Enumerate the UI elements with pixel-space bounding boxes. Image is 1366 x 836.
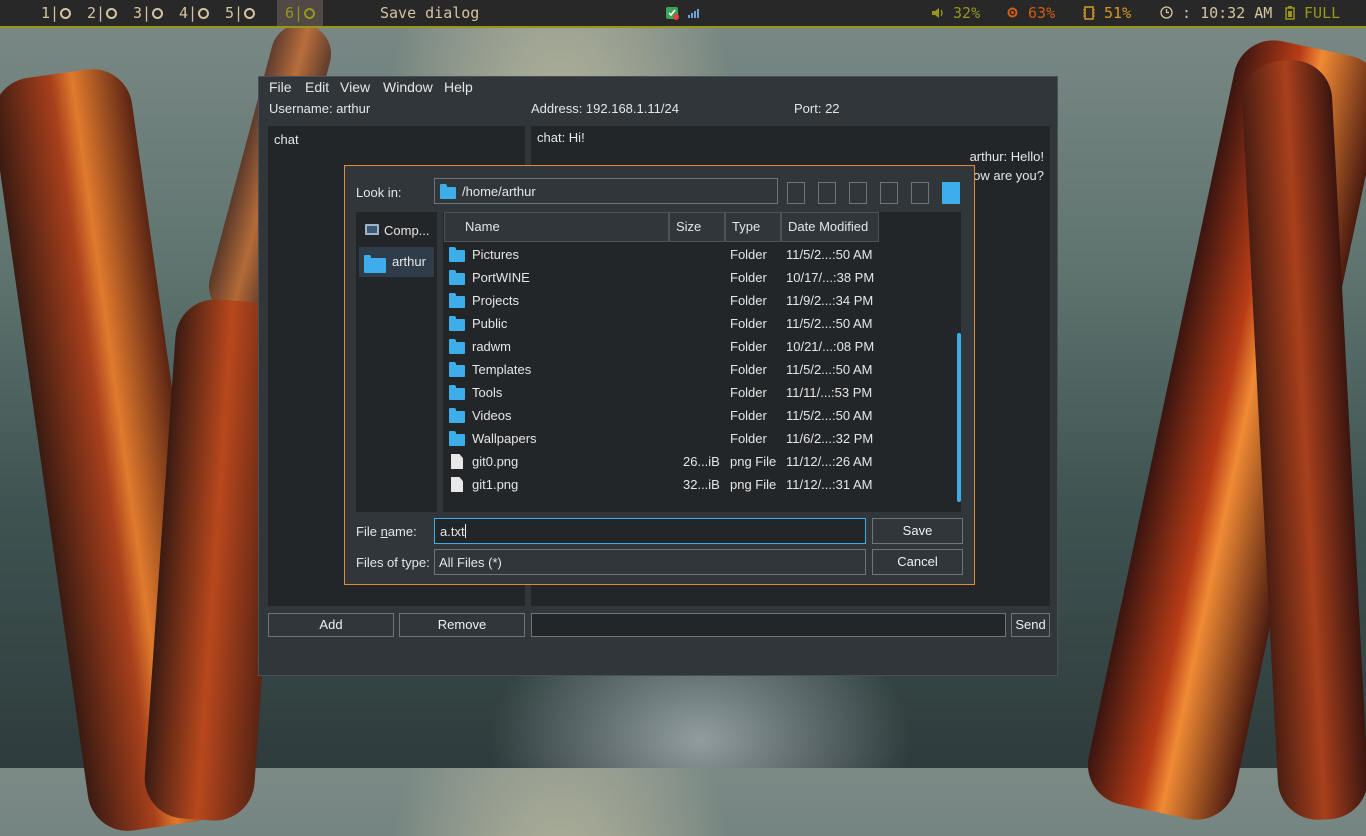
cpu-indicator: 63% bbox=[1006, 0, 1055, 26]
file-row[interactable]: Wallpapers Folder 11/6/2...:32 PM bbox=[443, 427, 951, 450]
file-row[interactable]: Templates Folder 11/5/2...:50 AM bbox=[443, 358, 951, 381]
workspace-circle-icon bbox=[60, 8, 72, 19]
clock: : 10:32 AM bbox=[1160, 0, 1272, 26]
folder-icon bbox=[449, 362, 465, 377]
folder-icon bbox=[449, 316, 465, 331]
workspace-4[interactable]: 4| bbox=[171, 0, 217, 26]
scrollbar-thumb[interactable] bbox=[957, 333, 961, 502]
window-title: Save dialog bbox=[380, 4, 480, 22]
place-arthur[interactable]: arthur bbox=[359, 247, 434, 277]
file-list[interactable]: Name Size Type Date Modified Pictures Fol… bbox=[443, 212, 961, 512]
workspace-circle-icon bbox=[106, 8, 118, 19]
address-label: Address: 192.168.1.11/24 bbox=[531, 101, 679, 116]
file-row[interactable]: Pictures Folder 11/5/2...:50 AM bbox=[443, 243, 951, 266]
file-row[interactable]: git0.png 26...iB png File 11/12/...:26 AM bbox=[443, 450, 951, 473]
battery-icon bbox=[1285, 6, 1295, 20]
memory-icon bbox=[1083, 6, 1095, 20]
workspace-5[interactable]: 5| bbox=[217, 0, 263, 26]
file-row[interactable]: Videos Folder 11/5/2...:50 AM bbox=[443, 404, 951, 427]
text-caret bbox=[464, 524, 466, 538]
computer-icon bbox=[365, 224, 379, 235]
column-header-date-modified[interactable]: Date Modified bbox=[781, 212, 879, 242]
send-button[interactable]: Send bbox=[1011, 613, 1050, 637]
look-in-path: /home/arthur bbox=[462, 184, 536, 199]
new-folder-button[interactable] bbox=[880, 182, 898, 204]
column-header-size[interactable]: Size bbox=[669, 212, 725, 242]
folder-icon bbox=[440, 184, 456, 199]
folder-icon bbox=[449, 247, 465, 262]
menu-edit[interactable]: Edit bbox=[305, 79, 329, 95]
username-label: Username: arthur bbox=[269, 101, 371, 116]
battery-indicator: FULL bbox=[1285, 0, 1340, 26]
remove-button[interactable]: Remove bbox=[399, 613, 525, 637]
file-icon bbox=[451, 454, 463, 469]
status-bar: 1| 2| 3| 4| 5| 6| Save dialog 32% 63% 51… bbox=[0, 0, 1366, 28]
file-row[interactable]: git1.png 32...iB png File 11/12/...:31 AM bbox=[443, 473, 951, 496]
file-row[interactable]: Tools Folder 11/11/...:53 PM bbox=[443, 381, 951, 404]
clock-icon bbox=[1160, 6, 1173, 19]
add-button[interactable]: Add bbox=[268, 613, 394, 637]
workspace-circle-icon bbox=[304, 8, 316, 19]
forward-button[interactable] bbox=[818, 182, 836, 204]
look-in-combo[interactable]: /home/arthur bbox=[434, 178, 778, 204]
save-dialog: Look in: /home/arthur Comp... arthur Nam… bbox=[344, 165, 975, 585]
file-name-input[interactable]: a.txt bbox=[434, 518, 866, 544]
message-input[interactable] bbox=[531, 613, 1006, 637]
back-button[interactable] bbox=[787, 182, 805, 204]
list-view-button[interactable] bbox=[911, 182, 929, 204]
workspace-circle-icon bbox=[152, 8, 164, 19]
file-name-label: File name: bbox=[356, 524, 417, 539]
file-row[interactable]: radwm Folder 10/21/...:08 PM bbox=[443, 335, 951, 358]
folder-icon bbox=[449, 270, 465, 285]
volume-indicator[interactable]: 32% bbox=[931, 0, 980, 26]
workspace-2[interactable]: 2| bbox=[79, 0, 125, 26]
workspace-3[interactable]: 3| bbox=[125, 0, 171, 26]
look-in-label: Look in: bbox=[356, 185, 402, 200]
workspace-6[interactable]: 6| bbox=[277, 0, 323, 26]
files-of-type-select[interactable]: All Files (*) bbox=[434, 549, 866, 575]
detail-view-button[interactable] bbox=[942, 182, 960, 204]
folder-icon bbox=[449, 385, 465, 400]
folder-icon bbox=[449, 339, 465, 354]
menu-view[interactable]: View bbox=[340, 79, 370, 95]
file-row[interactable]: PortWINE Folder 10/17/...:38 PM bbox=[443, 266, 951, 289]
network-signal-icon[interactable] bbox=[687, 6, 701, 20]
file-row[interactable]: Public Folder 11/5/2...:50 AM bbox=[443, 312, 951, 335]
places-sidebar: Comp... arthur bbox=[356, 212, 437, 512]
cancel-button[interactable]: Cancel bbox=[872, 549, 963, 575]
chat-list-item[interactable]: chat bbox=[274, 132, 299, 147]
cpu-icon bbox=[1007, 7, 1018, 18]
parent-directory-button[interactable] bbox=[849, 182, 867, 204]
workspace-1[interactable]: 1| bbox=[33, 0, 79, 26]
file-icon bbox=[451, 477, 463, 492]
port-label: Port: 22 bbox=[794, 101, 840, 116]
workspace-circle-icon bbox=[198, 8, 210, 19]
menu-window[interactable]: Window bbox=[383, 79, 433, 95]
chat-message: ow are you? bbox=[973, 168, 1044, 183]
chat-message: chat: Hi! bbox=[537, 130, 585, 145]
folder-icon bbox=[364, 255, 386, 273]
shield-check-icon[interactable] bbox=[665, 6, 679, 20]
folder-icon bbox=[449, 431, 465, 446]
save-button[interactable]: Save bbox=[872, 518, 963, 544]
folder-icon bbox=[449, 408, 465, 423]
menu-file[interactable]: File bbox=[269, 79, 292, 95]
column-header-name[interactable]: Name bbox=[444, 212, 669, 242]
place-computer[interactable]: Comp... bbox=[359, 216, 434, 246]
chat-message: arthur: Hello! bbox=[969, 149, 1044, 164]
files-of-type-label: Files of type: bbox=[356, 555, 430, 570]
folder-icon bbox=[449, 293, 465, 308]
menu-bar: File Edit View Window Help bbox=[259, 77, 1057, 99]
volume-icon bbox=[932, 8, 943, 18]
menu-help[interactable]: Help bbox=[444, 79, 473, 95]
file-row[interactable]: Projects Folder 11/9/2...:34 PM bbox=[443, 289, 951, 312]
column-header-type[interactable]: Type bbox=[725, 212, 781, 242]
workspace-circle-icon bbox=[244, 8, 256, 19]
memory-indicator: 51% bbox=[1083, 0, 1131, 26]
